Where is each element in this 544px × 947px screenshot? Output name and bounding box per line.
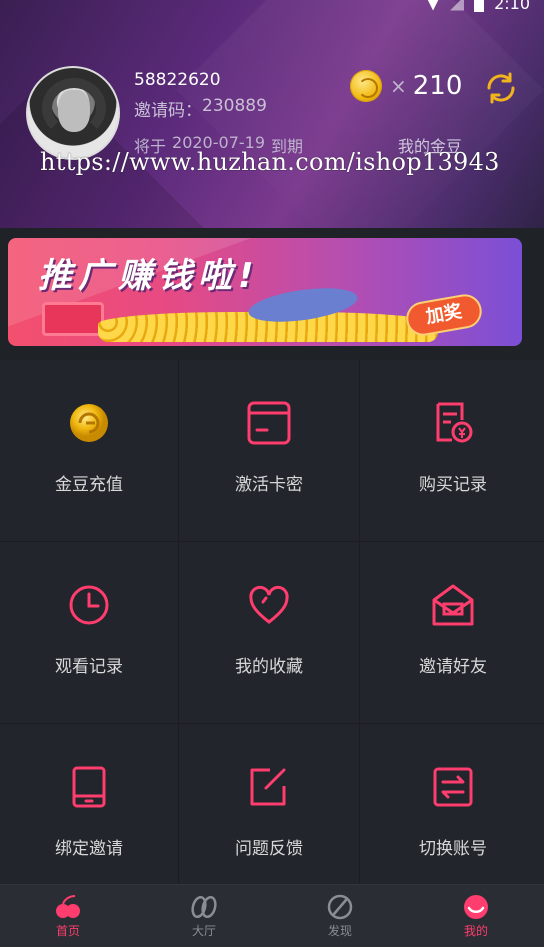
tab-label: 发现 xyxy=(327,923,352,938)
tab-me[interactable]: 我的 xyxy=(408,885,544,947)
promo-banner[interactable]: 推广赚钱啦! 加奖 xyxy=(8,238,522,346)
card-icon xyxy=(247,401,291,445)
me-icon xyxy=(464,894,488,919)
invite-code: 230889 xyxy=(202,96,267,116)
grid-label: 邀请好友 xyxy=(419,657,487,677)
grid-item-watch-history[interactable]: 观看记录 xyxy=(0,542,178,723)
switch-icon xyxy=(433,767,473,807)
clock-icon xyxy=(69,585,109,625)
heart-icon xyxy=(249,585,289,624)
bottom-tab-bar: 首页 大厅 发现 我的 xyxy=(0,884,544,947)
grid-label: 我的收藏 xyxy=(235,657,303,677)
grid-label: 问题反馈 xyxy=(235,839,303,859)
grid-item-recharge[interactable]: 金豆充值 xyxy=(0,360,178,541)
gold-coin-icon xyxy=(70,404,108,442)
times-sign: × xyxy=(390,74,407,98)
grid-item-favorites[interactable]: 我的收藏 xyxy=(179,542,359,723)
avatar-face xyxy=(58,90,90,132)
watermark-url: https://www.huzhan.com/ishop13943 xyxy=(40,148,500,176)
grid-label: 激活卡密 xyxy=(235,475,303,495)
edit-icon xyxy=(250,768,286,806)
grid-label: 购买记录 xyxy=(419,475,487,495)
grid-item-switch-account[interactable]: 切换账号 xyxy=(360,724,544,886)
tab-hall[interactable]: 大厅 xyxy=(136,885,272,947)
app-screen: 2:10 58822620 邀请码： 230889 将于 2020-07-19 … xyxy=(0,0,544,947)
grid-item-activate-card[interactable]: 激活卡密 xyxy=(179,360,359,541)
hall-icon xyxy=(191,895,217,918)
grid-item-feedback[interactable]: 问题反馈 xyxy=(179,724,359,886)
grid-item-invite-friends[interactable]: 邀请好友 xyxy=(360,542,544,723)
tab-home[interactable]: 首页 xyxy=(0,885,136,947)
discover-icon xyxy=(327,894,353,919)
bean-count: 210 xyxy=(412,71,463,101)
tab-label: 我的 xyxy=(463,923,488,938)
wifi-icon xyxy=(426,0,441,11)
bean-balance: × 210 xyxy=(350,70,462,102)
tab-label: 大厅 xyxy=(191,923,216,938)
grid-label: 观看记录 xyxy=(55,657,123,677)
tab-label: 首页 xyxy=(55,923,80,938)
promo-banner-area: 推广赚钱啦! 加奖 xyxy=(0,228,544,360)
tab-discover[interactable]: 发现 xyxy=(272,885,408,947)
gift-box-icon xyxy=(42,302,104,336)
grid-label: 金豆充值 xyxy=(55,475,123,495)
grid-item-bind-invite[interactable]: 绑定邀请 xyxy=(0,724,178,886)
invite-envelope-icon xyxy=(432,584,474,626)
refresh-icon[interactable] xyxy=(481,68,521,108)
tablet-icon xyxy=(72,766,106,808)
grid-label: 绑定邀请 xyxy=(55,839,123,859)
invite-label: 邀请码： xyxy=(134,101,202,121)
profile-header: 2:10 58822620 邀请码： 230889 将于 2020-07-19 … xyxy=(0,0,544,228)
battery-icon xyxy=(474,0,485,12)
grid-label: 切换账号 xyxy=(419,839,487,859)
banner-title: 推广赚钱啦! xyxy=(38,256,260,296)
user-id: 58822620 xyxy=(134,70,221,90)
status-bar: 2:10 xyxy=(426,0,530,13)
gold-coin-icon xyxy=(350,70,382,102)
grid-item-purchase-history[interactable]: 购买记录 xyxy=(360,360,544,541)
cherry-icon xyxy=(56,894,80,918)
status-time: 2:10 xyxy=(494,0,530,13)
receipt-icon xyxy=(436,402,473,443)
invite-code-row[interactable]: 邀请码： 230889 xyxy=(134,96,267,121)
signal-icon xyxy=(450,0,465,11)
function-grid: 金豆充值 激活卡密 购买记录 观看记录 我的收藏 邀请好友 绑定邀请 问题反馈 … xyxy=(0,360,544,886)
avatar[interactable] xyxy=(26,66,120,160)
